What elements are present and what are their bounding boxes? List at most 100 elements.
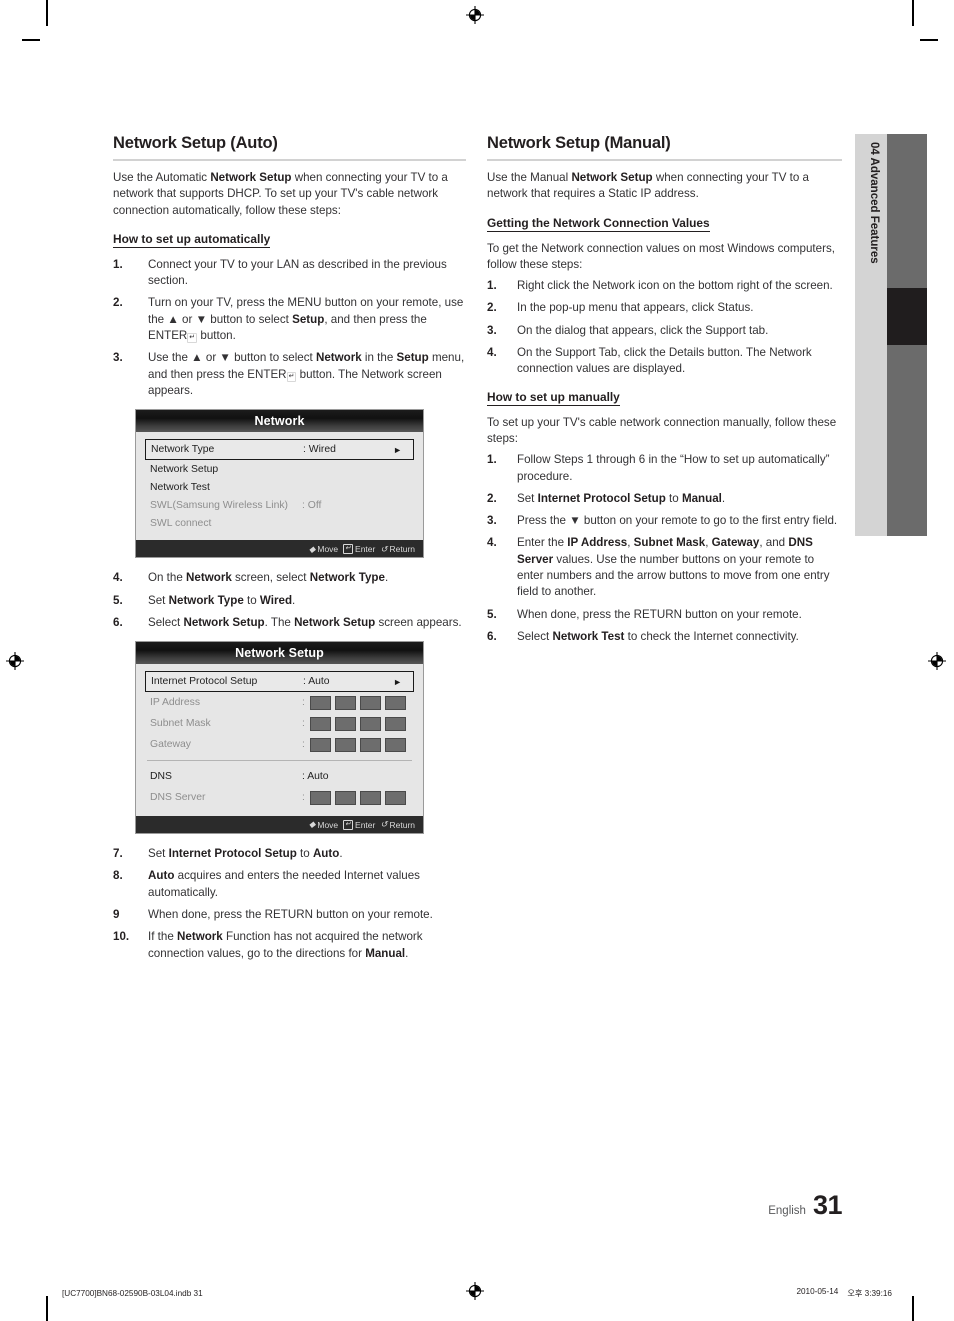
title-rule-right [487,159,842,161]
enter-key-icon: ↵ [286,371,297,382]
step-number: 10. [113,930,130,944]
ip-address-entry-fields[interactable] [309,695,406,710]
entry-box[interactable] [384,790,406,805]
page-language-label: English [768,1205,806,1217]
registration-mark-left [6,652,24,670]
step-text: On the dialog that appears, click the Su… [517,323,769,337]
values-intro-paragraph: To get the Network connection values on … [487,241,835,271]
step-text: Set Internet Protocol Setup to Manual. [517,491,726,505]
step-number: 7. [113,847,123,861]
list-item: 5. Set Network Type to Wired. [113,593,466,609]
up-down-arrow-icon: ◆ [308,543,316,554]
list-item: 9 When done, press the RETURN button on … [113,907,466,923]
crop-mark-top-right-vertical [912,0,914,26]
steps-list-1-3: 1. Connect your TV to your LAN as descri… [113,257,466,399]
list-item: 3. Use the ▲ or ▼ button to select Netwo… [113,350,466,399]
crop-mark-bottom-right-vertical [912,1296,914,1321]
list-item: 6. Select Network Setup. The Network Set… [113,615,466,631]
step-text: Set Internet Protocol Setup to Auto. [148,847,343,861]
osd-label: Internet Protocol Setup [151,676,258,688]
chapter-label-band: 04 Advanced Features [855,134,887,536]
chevron-right-icon: ► [393,444,402,455]
entry-box[interactable] [309,737,331,752]
osd-footer-enter: ↵ Enter [343,819,376,830]
registration-mark-right [928,652,946,670]
dns-server-entry-fields[interactable] [309,790,406,805]
step-text: Connect your TV to your LAN as described… [148,257,447,288]
title-rule-left [113,159,466,161]
entry-box[interactable] [334,737,356,752]
enter-key-icon: ↵ [343,543,354,554]
manual-intro-paragraph: To set up your TV's cable network connec… [487,415,837,445]
entry-box[interactable] [309,716,331,731]
osd-dialog-network: Network Network Type : Wired ► Network S… [135,409,424,559]
osd-row-network-type[interactable]: Network Type : Wired ► [145,439,414,461]
entry-box[interactable] [334,716,356,731]
list-item: 8. Auto acquires and enters the needed I… [113,868,466,901]
subnet-mask-entry-fields[interactable] [309,716,406,731]
step-number: 6. [113,615,123,629]
step-text: In the pop-up menu that appears, click S… [517,301,754,315]
osd-value: : Auto [302,771,329,783]
steps-list-4-6: 4. On the Network screen, select Network… [113,570,466,631]
entry-box[interactable] [334,695,356,710]
step-text: On the Network screen, select Network Ty… [148,571,389,585]
enter-key-icon: ↵ [343,819,354,830]
list-item: 4. On the Support Tab, click the Details… [487,345,842,378]
print-footer-time: 오후 3:39:16 [847,1289,892,1298]
list-item: 7. Set Internet Protocol Setup to Auto. [113,846,466,862]
print-footer: [UC7700]BN68-02590B-03L04.indb 31 2010-0… [62,1287,892,1299]
osd-footer-enter-label: Enter [355,543,376,554]
entry-box[interactable] [309,695,331,710]
entry-box[interactable] [359,695,381,710]
step-number: 9 [113,908,120,922]
step-number: 2. [487,301,497,315]
entry-box[interactable] [384,716,406,731]
step-number: 2. [113,296,123,310]
subheading-how-to-manual: How to set up manually [487,389,620,406]
entry-box[interactable] [384,737,406,752]
osd-row-dns[interactable]: DNS : Auto [145,766,414,787]
subheading-wrap-auto: How to set up automatically [113,230,466,250]
step-text: When done, press the RETURN button on yo… [517,607,802,621]
entry-box[interactable] [384,695,406,710]
osd-footer-return-label: Return [389,819,415,830]
gateway-entry-fields[interactable] [309,737,406,752]
entry-box[interactable] [334,790,356,805]
osd-footer-return: ↺ Return [380,544,415,554]
osd-row-swl-connect[interactable]: SWL connect [145,514,414,532]
list-item: 2. Set Internet Protocol Setup to Manual… [487,491,842,507]
osd-row-internet-protocol-setup[interactable]: Internet Protocol Setup : Auto ► [145,671,414,693]
list-item: 2. Turn on your TV, press the MENU butto… [113,295,466,344]
step-number: 1. [113,257,123,271]
page-title-auto: Network Setup (Auto) [113,134,278,152]
subheading-getting-values: Getting the Network Connection Values [487,215,710,232]
entry-box[interactable] [359,716,381,731]
step-text: Use the ▲ or ▼ button to select Network … [148,351,465,397]
step-number: 4. [487,346,497,360]
osd-row-dns-server[interactable]: DNS Server : [145,787,414,808]
osd-row-network-test[interactable]: Network Test [145,478,414,496]
print-footer-timestamp: 2010-05-14 오후 3:39:16 [796,1287,892,1299]
list-item: 1. Follow Steps 1 through 6 in the “How … [487,452,842,485]
entry-box[interactable] [359,737,381,752]
osd-footer-network-setup: ◆ Move ↵ Enter ↺ Return [136,816,423,834]
chevron-right-icon: ► [393,676,402,687]
entry-box[interactable] [309,790,331,805]
osd-colon: : [302,697,305,709]
osd-row-ip-address[interactable]: IP Address : [145,692,414,713]
osd-row-swl[interactable]: SWL(Samsung Wireless Link) : Off [145,496,414,514]
step-number: 1. [487,279,497,293]
osd-label: Network Test [150,481,210,493]
step-number: 3. [487,323,497,337]
osd-row-network-setup[interactable]: Network Setup [145,460,414,478]
entry-box[interactable] [359,790,381,805]
manual-page: Network Setup (Auto) Use the Automatic N… [0,0,954,1321]
osd-row-subnet-mask[interactable]: Subnet Mask : [145,713,414,734]
osd-label: Network Type [151,444,215,456]
osd-row-gateway[interactable]: Gateway : [145,734,414,755]
osd-footer-enter-label: Enter [355,819,376,830]
osd-label: SWL connect [150,517,212,529]
steps-list-7-10: 7. Set Internet Protocol Setup to Auto. … [113,846,466,962]
list-item: 6. Select Network Test to check the Inte… [487,629,842,645]
